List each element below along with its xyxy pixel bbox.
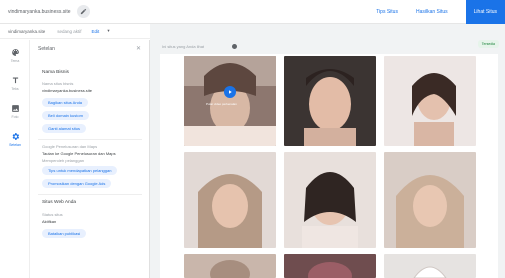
rail-label: Teks: [11, 86, 19, 91]
divider: [38, 194, 142, 195]
portrait-image: [384, 56, 476, 146]
google-field-label: Google Penelusuran dan Maps: [42, 144, 98, 149]
play-icon: [229, 90, 232, 94]
change-address-button[interactable]: Ganti alamat situs: [42, 124, 87, 133]
tips-link[interactable]: Tips Situs: [376, 9, 398, 15]
portrait-image: [184, 56, 276, 146]
divider: [38, 139, 142, 140]
pencil-icon: [80, 8, 86, 15]
preview-note: Ini situs yang Anda lihat: [162, 44, 205, 49]
portrait-image: [384, 254, 476, 278]
portrait-image: [184, 152, 276, 248]
google-ads-button[interactable]: Promosikan dengan Google Ads: [42, 179, 112, 188]
site-label: vindimaryanka.site: [8, 28, 46, 34]
photo-icon: [11, 104, 19, 112]
rail-item-theme[interactable]: Tema: [0, 42, 30, 68]
rail-label: Setelan: [9, 142, 21, 147]
text-icon: [12, 77, 18, 83]
rail-label: Foto: [11, 114, 19, 119]
edit-link[interactable]: Edit: [92, 29, 100, 34]
play-label: Putar video perkenalan: [206, 102, 237, 106]
customers-label: Memperoleh pelanggan: [42, 158, 85, 163]
portrait-image: [284, 56, 376, 146]
play-button[interactable]: [224, 86, 236, 98]
customer-tips-button[interactable]: Tips untuk mendapatkan pelanggan: [42, 166, 118, 175]
gallery-photo[interactable]: [284, 152, 376, 248]
portrait-image: [284, 152, 376, 248]
gallery-photo[interactable]: [384, 56, 476, 146]
google-field-value: Tautan ke Google Penelusuran dan Maps: [42, 151, 116, 156]
close-icon[interactable]: ✕: [136, 45, 141, 52]
top-actions: Tips Situs Hasilkan Situs Lihat Situs: [376, 0, 505, 24]
site-name: vindimaryanka.business.site: [8, 8, 71, 15]
gallery-photo[interactable]: [284, 254, 376, 278]
rail-item-photos[interactable]: Foto: [0, 98, 30, 124]
gallery-page: Putar video perkenalan: [160, 54, 498, 278]
site-status: sedang aktif: [57, 28, 82, 34]
gallery-photo[interactable]: [284, 56, 376, 146]
left-rail: Tema Teks Foto Setelan: [0, 40, 30, 278]
business-name-heading: Nama Bisnis: [42, 70, 69, 75]
rail-item-text[interactable]: Teks: [0, 70, 30, 96]
top-bar: vindimaryanka.business.site Tips Situs H…: [0, 0, 505, 24]
gallery-photo[interactable]: [384, 152, 476, 248]
rail-label: Tema: [10, 58, 20, 63]
business-field-value: vindimaryanka.business.site: [42, 88, 93, 93]
portrait-image: [284, 254, 376, 278]
gallery-photo[interactable]: Putar video perkenalan: [184, 56, 276, 146]
info-icon[interactable]: [232, 44, 237, 49]
status-label: Status situs: [42, 212, 63, 217]
view-site-button[interactable]: Lihat Situs: [465, 0, 505, 24]
settings-panel: Setelan ✕ Nama Bisnis Nama situs bisnis …: [30, 40, 150, 278]
edit-site-name-button[interactable]: [76, 5, 90, 18]
status-badge: Tersedia: [477, 40, 499, 48]
status-value: Aktifkan: [42, 219, 57, 224]
panel-title: Setelan: [38, 46, 55, 52]
earn-link[interactable]: Hasilkan Situs: [416, 9, 448, 15]
gear-icon: [12, 132, 19, 140]
gallery-photo[interactable]: [184, 152, 276, 248]
site-status-bar: vindimaryanka.site sedang aktif Edit ▾: [0, 24, 150, 39]
website-heading: Situs Web Anda: [42, 200, 77, 205]
portrait-image: [184, 254, 276, 278]
gallery-photo[interactable]: [184, 254, 276, 278]
business-field-label: Nama situs bisnis: [42, 81, 74, 86]
share-site-button[interactable]: Bagikan situs Anda: [42, 98, 89, 107]
palette-icon: [11, 48, 19, 56]
gallery-photo[interactable]: [384, 254, 476, 278]
portrait-image: [384, 152, 476, 248]
rail-item-settings[interactable]: Setelan: [0, 126, 30, 152]
site-preview-canvas: Ini situs yang Anda lihat Tersedia Putar…: [150, 24, 505, 278]
chevron-down-icon[interactable]: ▾: [107, 28, 109, 34]
buy-domain-button[interactable]: Beli domain kustom: [42, 111, 89, 120]
unpublish-button[interactable]: Batalkan publikasi: [42, 229, 87, 238]
